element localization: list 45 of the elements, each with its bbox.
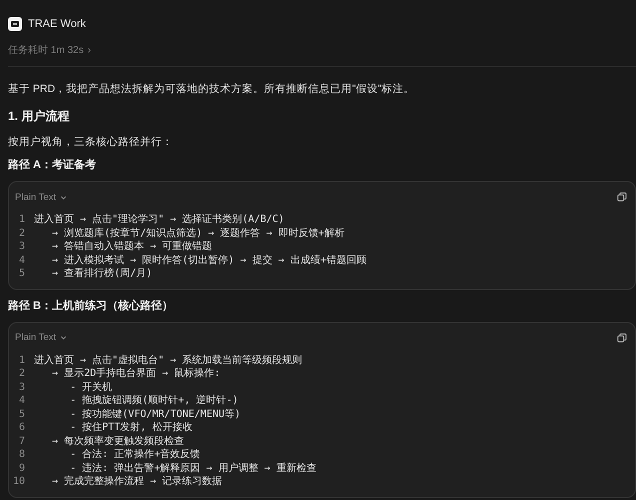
line-number: 6 [18, 421, 26, 434]
line-number: 1 [18, 354, 26, 367]
line-number: 5 [18, 267, 26, 280]
code-line: - 违法: 弹出告警+解释原因 → 用户调整 → 重新检查 [69, 462, 316, 475]
code-line: → 每次频率变更触发频段检查 [51, 434, 184, 448]
line-number: 4 [18, 394, 26, 408]
line-number: 5 [18, 408, 26, 421]
app-title: TRAE Work [28, 18, 86, 30]
code-line: → 浏览题库(按章节/知识点筛选) → 逐题作答 → 即时反馈+解析 [51, 226, 344, 240]
app-logo-icon [8, 17, 22, 31]
code-line: → 查看排行榜(周/月) [51, 267, 152, 280]
copy-icon[interactable] [617, 192, 627, 202]
line-number: 2 [18, 367, 26, 380]
line-number: 2 [18, 226, 26, 240]
path-heading: 路径 A：考证备考 [8, 158, 97, 173]
code-line: → 显示2D手持电台界面 → 鼠标操作: [51, 367, 220, 380]
code-line: 进入首页 → 点击"虚拟电台" → 系统加载当前等级频段规则 [34, 354, 302, 367]
line-number: 8 [18, 448, 26, 462]
code-line: - 按住PTT发射, 松开接收 [69, 421, 192, 434]
code-line: → 完成完整操作流程 → 记录练习数据 [51, 475, 222, 488]
section-lead: 按用户视角，三条核心路径并行： [8, 135, 174, 149]
code-line: → 答错自动入错题本 → 可重做错题 [51, 240, 212, 254]
line-number: 4 [18, 254, 26, 267]
code-line: - 按功能键(VFO/MR/TONE/MENU等) [69, 408, 241, 421]
code-line: - 合法: 正常操作+音效反馈 [69, 448, 200, 462]
task-duration[interactable]: 任务耗时 1m 32s [8, 43, 84, 57]
line-number: 3 [18, 380, 26, 394]
section-heading: 1. 用户流程 [8, 108, 70, 124]
copy-icon[interactable] [617, 332, 627, 342]
code-line: → 进入模拟考试 → 限时作答(切出暂停) → 提交 → 出成绩+错题回顾 [51, 254, 366, 267]
language-dropdown[interactable]: Plain Text [15, 332, 68, 343]
line-number: 10 [12, 475, 26, 488]
line-number: 1 [18, 213, 26, 226]
caret-icon[interactable] [60, 194, 68, 200]
code-line: - 拖拽旋钮调频(顺时针+, 逆时针-) [69, 394, 238, 408]
chevron-icon[interactable]: › [88, 44, 91, 56]
intro-paragraph: 基于 PRD，我把产品想法拆解为可落地的技术方案。所有推断信息已用"假设"标注。 [8, 82, 416, 96]
line-number: 9 [18, 462, 26, 475]
path-heading: 路径 B：上机前练习（核心路径） [8, 298, 174, 314]
language-dropdown[interactable]: Plain Text [15, 192, 68, 202]
caret-icon[interactable] [60, 334, 68, 341]
line-number: 3 [18, 240, 26, 254]
code-line: 进入首页 → 点击"理论学习" → 选择证书类别(A/B/C) [34, 213, 284, 226]
code-line: - 开关机 [69, 380, 112, 394]
line-number: 7 [18, 434, 26, 448]
